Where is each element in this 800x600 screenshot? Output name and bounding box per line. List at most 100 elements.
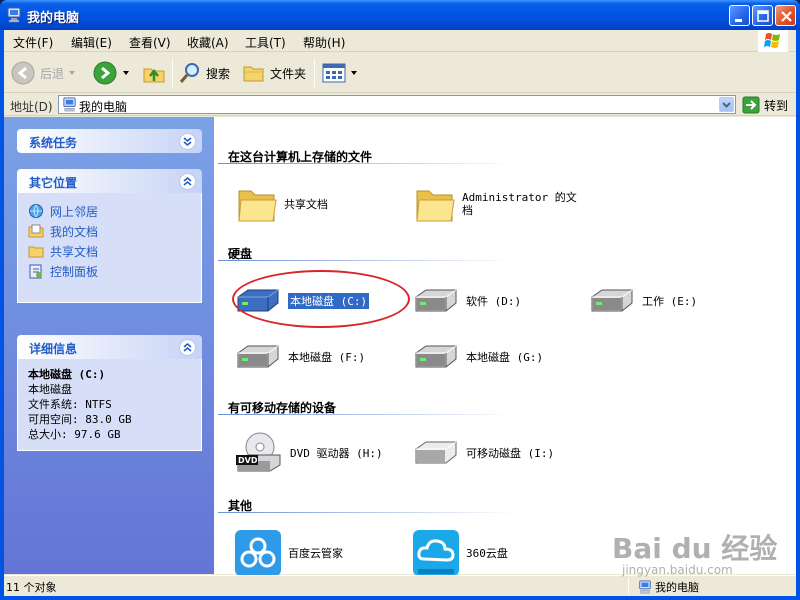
folder-icon xyxy=(416,190,455,222)
dvd-drive-label: DVD 驱动器 (H:) xyxy=(290,447,383,460)
baidu-cloud-item[interactable]: 百度云管家 xyxy=(234,529,343,577)
shared-documents-label: 共享文档 xyxy=(50,244,99,259)
360-cloud-icon xyxy=(413,530,459,576)
360-cloud-label: 360云盘 xyxy=(466,547,508,560)
my-computer-icon xyxy=(63,97,76,112)
details-header[interactable]: 详细信息 xyxy=(17,335,202,359)
shared-documents-link[interactable]: 共享文档 xyxy=(28,241,191,261)
svg-text:DVD: DVD xyxy=(238,456,258,465)
status-object-count: 11 个对象 xyxy=(6,581,57,594)
address-input[interactable]: 我的电脑 xyxy=(58,95,736,114)
status-divider xyxy=(628,578,629,595)
my-documents-link[interactable]: 我的文档 xyxy=(28,221,191,241)
chevron-down-icon xyxy=(722,102,731,108)
disk-d-item[interactable]: 软件 (D:) xyxy=(412,287,521,315)
menu-view[interactable]: 查看(V) xyxy=(129,34,171,51)
my-computer-icon xyxy=(7,7,21,23)
minimize-icon xyxy=(735,19,742,22)
hard-disk-icon xyxy=(591,289,633,312)
details-name: 本地磁盘 (C:) xyxy=(28,368,106,381)
go-label: 转到 xyxy=(764,98,789,113)
back-dropdown-icon[interactable] xyxy=(69,71,76,75)
disk-g-label: 本地磁盘 (G:) xyxy=(466,351,544,364)
control-panel-label: 控制面板 xyxy=(50,264,99,279)
forward-arrow-icon xyxy=(93,61,117,85)
minimize-button[interactable] xyxy=(729,5,750,26)
search-button[interactable]: 搜索 xyxy=(178,59,230,87)
close-button[interactable] xyxy=(775,5,796,26)
group-divider xyxy=(218,260,518,261)
chevron-up-icon[interactable] xyxy=(179,173,196,190)
address-label: 地址(D) xyxy=(10,100,53,114)
disk-f-label: 本地磁盘 (F:) xyxy=(288,351,366,364)
dvd-drive-item[interactable]: DVD DVD 驱动器 (H:) xyxy=(234,431,383,475)
address-dropdown-button[interactable] xyxy=(719,97,734,112)
disk-g-item[interactable]: 本地磁盘 (G:) xyxy=(412,343,543,371)
removable-disk-item[interactable]: 可移动磁盘 (I:) xyxy=(412,439,554,467)
menu-edit[interactable]: 编辑(E) xyxy=(71,34,112,51)
my-computer-icon xyxy=(639,580,651,594)
search-label: 搜索 xyxy=(206,66,231,81)
removable-disk-label: 可移动磁盘 (I:) xyxy=(466,447,555,460)
back-button[interactable]: 后退 xyxy=(10,59,76,87)
forward-button[interactable] xyxy=(92,59,129,87)
search-icon xyxy=(179,63,199,83)
forward-dropdown-icon[interactable] xyxy=(123,71,129,75)
other-places-header[interactable]: 其它位置 xyxy=(17,169,202,193)
toolbar-separator xyxy=(314,59,315,87)
group-divider xyxy=(218,414,518,415)
back-arrow-icon xyxy=(11,61,35,85)
maximize-button[interactable] xyxy=(752,5,773,26)
chevron-down-icon[interactable] xyxy=(179,133,196,150)
views-dropdown-icon[interactable] xyxy=(351,71,357,75)
window-title: 我的电脑 xyxy=(27,11,80,26)
chevron-up-icon[interactable] xyxy=(179,339,196,356)
network-places-link[interactable]: 网上邻居 xyxy=(28,201,191,221)
views-button[interactable] xyxy=(322,59,357,87)
disk-f-item[interactable]: 本地磁盘 (F:) xyxy=(234,343,365,371)
system-tasks-panel: 系统任务 xyxy=(17,129,202,153)
hard-disk-icon xyxy=(237,289,279,312)
disk-c-label: 本地磁盘 (C:) xyxy=(286,292,371,310)
window-client: 文件(F) 编辑(E) 查看(V) 收藏(A) 工具(T) 帮助(H) 后退 搜… xyxy=(4,30,796,596)
disk-e-item[interactable]: 工作 (E:) xyxy=(588,287,697,315)
control-panel-link[interactable]: 控制面板 xyxy=(28,261,191,281)
my-documents-label: 我的文档 xyxy=(50,224,99,239)
folders-label: 文件夹 xyxy=(270,66,307,81)
address-bar: 地址(D) 我的电脑 转到 xyxy=(4,94,796,116)
baidu-cloud-label: 百度云管家 xyxy=(288,547,343,560)
menu-help[interactable]: 帮助(H) xyxy=(303,34,345,51)
go-arrow-icon xyxy=(742,96,760,114)
shared-documents-item[interactable]: 共享文档 xyxy=(236,183,328,225)
disk-e-label: 工作 (E:) xyxy=(642,295,698,308)
admin-documents-item[interactable]: Administrator 的文档 xyxy=(414,183,582,225)
360-cloud-item[interactable]: 360云盘 xyxy=(412,529,508,577)
baidu-cloud-icon xyxy=(235,530,281,576)
folders-icon xyxy=(243,66,264,82)
group-divider xyxy=(218,512,518,513)
explorer-window: 我的电脑 文件(F) 编辑(E) 查看(V) 收藏(A) 工具(T) 帮助(H) xyxy=(0,0,800,600)
menu-file[interactable]: 文件(F) xyxy=(13,34,53,51)
details-type: 本地磁盘 xyxy=(28,383,72,396)
system-tasks-header[interactable]: 系统任务 xyxy=(17,129,202,153)
disk-c-item[interactable]: 本地磁盘 (C:) xyxy=(234,287,371,315)
other-places-title: 其它位置 xyxy=(29,176,78,190)
up-folder-icon xyxy=(143,68,165,83)
network-places-label: 网上邻居 xyxy=(50,204,99,219)
details-panel: 详细信息 本地磁盘 (C:) 本地磁盘 文件系统: NTFS 可用空间: 83.… xyxy=(17,335,202,451)
title-bar[interactable]: 我的电脑 xyxy=(0,0,800,30)
hard-disk-icon xyxy=(415,289,457,312)
up-folder-button[interactable] xyxy=(142,59,166,87)
system-tasks-title: 系统任务 xyxy=(29,136,78,150)
status-bar: 11 个对象 我的电脑 xyxy=(4,575,796,596)
disk-d-label: 软件 (D:) xyxy=(466,295,522,308)
views-icon xyxy=(322,63,346,83)
removable-disk-icon xyxy=(415,441,457,464)
details-body: 本地磁盘 (C:) 本地磁盘 文件系统: NTFS 可用空间: 83.0 GB … xyxy=(17,359,202,451)
go-button[interactable]: 转到 xyxy=(742,95,788,115)
menu-favorites[interactable]: 收藏(A) xyxy=(187,34,229,51)
menu-tools[interactable]: 工具(T) xyxy=(245,34,286,51)
folders-button[interactable]: 文件夹 xyxy=(242,59,306,87)
windows-logo-icon xyxy=(758,30,788,52)
content-area: 在这台计算机上存储的文件 共享文档 Administrator 的文档 硬盘 本… xyxy=(214,117,796,577)
